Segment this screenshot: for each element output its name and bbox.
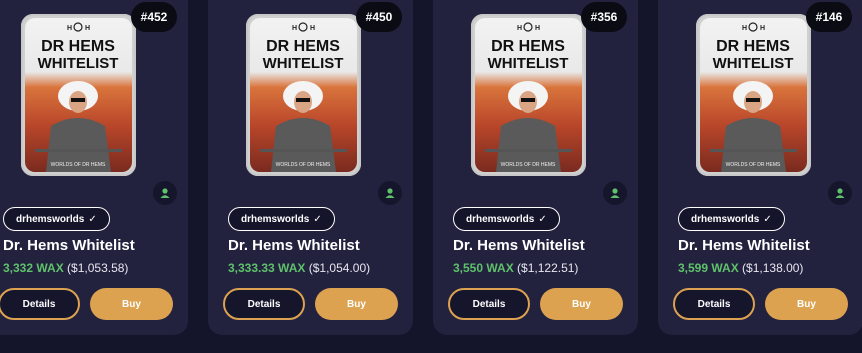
svg-text:DR HEMS: DR HEMS	[716, 38, 790, 55]
svg-text:H: H	[535, 25, 540, 32]
buy-button[interactable]: Buy	[315, 288, 398, 320]
details-button[interactable]: Details	[0, 288, 80, 320]
verified-check-icon: ✓	[538, 213, 547, 225]
buy-button[interactable]: Buy	[765, 288, 848, 320]
user-icon	[160, 188, 170, 198]
owner-badge[interactable]	[153, 181, 177, 205]
nft-name: Dr. Hems Whitelist	[453, 237, 585, 254]
price-usd: ($1,054.00)	[308, 261, 371, 275]
svg-text:WHITELIST: WHITELIST	[713, 55, 794, 72]
svg-text:H: H	[760, 25, 765, 32]
edition-number-badge: #356	[581, 2, 627, 32]
nft-image[interactable]: H H DR HEMS WHITELIST WORLDS OF DR HEMS	[696, 14, 811, 176]
nft-image[interactable]: H H DR HEMS WHITELIST WORLDS OF DR HEMS	[246, 14, 361, 176]
verified-check-icon: ✓	[763, 213, 772, 225]
svg-text:DR HEMS: DR HEMS	[266, 38, 340, 55]
nft-image[interactable]: H H DR HEMS WHITELIST WORLDS OF DR HEMS	[471, 14, 586, 176]
svg-text:WHITELIST: WHITELIST	[38, 55, 119, 72]
nft-name: Dr. Hems Whitelist	[3, 237, 135, 254]
collection-chip[interactable]: drhemsworlds ✓	[453, 207, 560, 231]
collection-name: drhemsworlds	[241, 213, 310, 225]
collection-name: drhemsworlds	[16, 213, 85, 225]
nft-card[interactable]: H H DR HEMS WHITELIST WORLDS OF DR HEMS …	[208, 0, 413, 335]
collection-chip[interactable]: drhemsworlds ✓	[228, 207, 335, 231]
price-wax: 3,332 WAX	[3, 261, 64, 275]
price-line: 3,599 WAX ($1,138.00)	[678, 261, 803, 275]
user-icon	[385, 188, 395, 198]
svg-text:H: H	[292, 25, 297, 32]
details-button[interactable]: Details	[448, 288, 530, 320]
svg-text:WORLDS OF DR HEMS: WORLDS OF DR HEMS	[726, 162, 781, 168]
buy-button[interactable]: Buy	[90, 288, 173, 320]
buy-button[interactable]: Buy	[540, 288, 623, 320]
price-usd: ($1,138.00)	[742, 261, 804, 275]
price-line: 3,332 WAX ($1,053.58)	[3, 261, 128, 275]
nft-image[interactable]: H H DR HEMS WHITELIST WORLDS OF DR HEMS	[21, 14, 136, 176]
svg-text:WHITELIST: WHITELIST	[488, 55, 569, 72]
svg-text:WORLDS OF DR HEMS: WORLDS OF DR HEMS	[276, 162, 331, 168]
collection-name: drhemsworlds	[466, 213, 535, 225]
svg-text:H: H	[742, 25, 747, 32]
price-wax: 3,550 WAX	[453, 261, 514, 275]
owner-badge[interactable]	[378, 181, 402, 205]
price-usd: ($1,122.51)	[517, 261, 579, 275]
nft-card-grid: H H DR HEMS WHITELIST WORLDS OF DR HEMS …	[0, 0, 862, 353]
svg-text:H: H	[67, 25, 72, 32]
svg-text:H: H	[517, 25, 522, 32]
collection-chip[interactable]: drhemsworlds ✓	[678, 207, 785, 231]
details-button[interactable]: Details	[223, 288, 305, 320]
edition-number-badge: #146	[806, 2, 852, 32]
owner-badge[interactable]	[828, 181, 852, 205]
details-button[interactable]: Details	[673, 288, 755, 320]
user-icon	[610, 188, 620, 198]
verified-check-icon: ✓	[313, 213, 322, 225]
price-line: 3,333.33 WAX ($1,054.00)	[228, 261, 370, 275]
svg-text:H: H	[85, 25, 90, 32]
collection-name: drhemsworlds	[691, 213, 760, 225]
svg-text:WORLDS OF DR HEMS: WORLDS OF DR HEMS	[51, 162, 106, 168]
svg-text:WHITELIST: WHITELIST	[263, 55, 344, 72]
collection-chip[interactable]: drhemsworlds ✓	[3, 207, 110, 231]
svg-text:DR HEMS: DR HEMS	[491, 38, 565, 55]
price-line: 3,550 WAX ($1,122.51)	[453, 261, 578, 275]
edition-number-badge: #452	[131, 2, 177, 32]
price-wax: 3,333.33 WAX	[228, 261, 306, 275]
svg-text:WORLDS OF DR HEMS: WORLDS OF DR HEMS	[501, 162, 556, 168]
edition-number-badge: #450	[356, 2, 402, 32]
price-wax: 3,599 WAX	[678, 261, 739, 275]
nft-name: Dr. Hems Whitelist	[678, 237, 810, 254]
svg-text:DR HEMS: DR HEMS	[41, 38, 115, 55]
nft-card[interactable]: H H DR HEMS WHITELIST WORLDS OF DR HEMS …	[0, 0, 188, 335]
nft-card[interactable]: H H DR HEMS WHITELIST WORLDS OF DR HEMS …	[658, 0, 862, 335]
verified-check-icon: ✓	[88, 213, 97, 225]
price-usd: ($1,053.58)	[67, 261, 129, 275]
svg-text:H: H	[310, 25, 315, 32]
nft-name: Dr. Hems Whitelist	[228, 237, 360, 254]
nft-card[interactable]: H H DR HEMS WHITELIST WORLDS OF DR HEMS …	[433, 0, 638, 335]
user-icon	[835, 188, 845, 198]
owner-badge[interactable]	[603, 181, 627, 205]
